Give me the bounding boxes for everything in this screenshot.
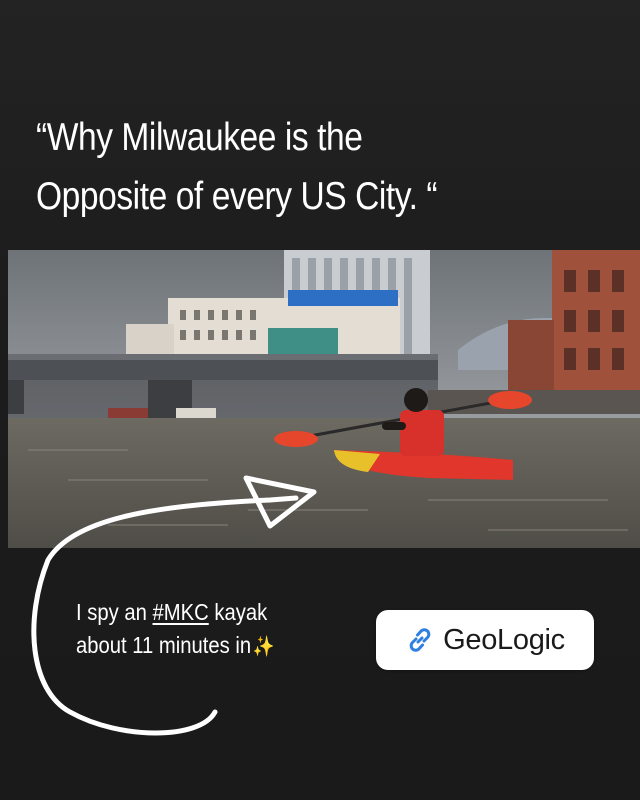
link-icon (405, 625, 435, 655)
caption-prefix: I spy an (76, 599, 153, 625)
hashtag-mkc[interactable]: #MKC (153, 599, 209, 625)
headline-line-1: “Why Milwaukee is the (36, 116, 363, 159)
video-frame[interactable] (8, 250, 640, 548)
link-sticker-label: GeoLogic (443, 623, 565, 656)
story-frame: “Why Milwaukee is the Opposite of every … (0, 0, 640, 800)
link-sticker-geologic[interactable]: GeoLogic (376, 610, 594, 670)
headline-line-2: Opposite of every US City. “ (36, 175, 438, 218)
headline: “Why Milwaukee is the Opposite of every … (36, 108, 483, 226)
sparkles-icon: ✨ (252, 636, 275, 658)
caption-text: I spy an #MKC kayak about 11 minutes in✨ (76, 596, 275, 664)
caption-line-2-text: about 11 minutes in (76, 632, 252, 658)
caption-line-2: about 11 minutes in✨ (76, 629, 275, 664)
caption-suffix: kayak (208, 599, 268, 625)
kayak-river-photo (8, 250, 640, 548)
caption-line-1: I spy an #MKC kayak (76, 596, 275, 629)
